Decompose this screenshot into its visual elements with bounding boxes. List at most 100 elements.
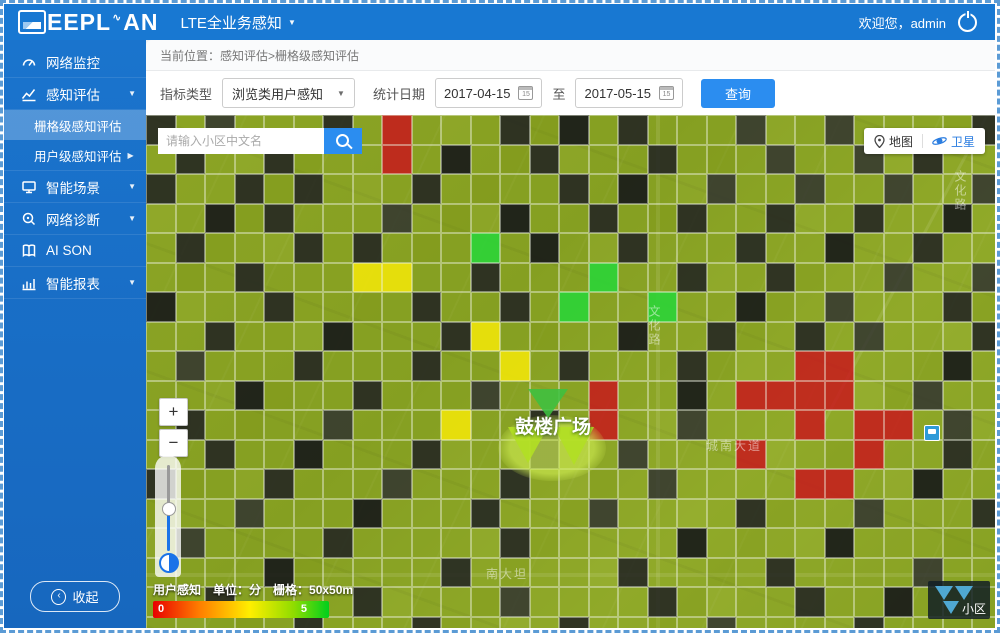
grid-cell[interactable] xyxy=(825,499,855,529)
grid-cell[interactable] xyxy=(471,233,501,263)
grid-cell[interactable] xyxy=(766,469,796,499)
grid-cell[interactable] xyxy=(353,233,383,263)
grid-cell[interactable] xyxy=(589,233,619,263)
zoom-in-button[interactable]: + xyxy=(159,398,188,426)
grid-cell[interactable] xyxy=(471,263,501,293)
grid-cell[interactable] xyxy=(648,440,678,470)
grid-cell[interactable] xyxy=(884,440,914,470)
grid-cell[interactable] xyxy=(648,410,678,440)
grid-cell[interactable] xyxy=(943,499,973,529)
grid-cell[interactable] xyxy=(972,528,995,558)
grid-cell[interactable] xyxy=(648,233,678,263)
grid-cell[interactable] xyxy=(559,115,589,145)
grid-cell[interactable] xyxy=(648,499,678,529)
grid-cell[interactable] xyxy=(618,499,648,529)
grid-cell[interactable] xyxy=(677,440,707,470)
grid-cell[interactable] xyxy=(382,322,412,352)
grid-cell[interactable] xyxy=(943,233,973,263)
grid-cell[interactable] xyxy=(884,410,914,440)
grid-cell[interactable] xyxy=(795,322,825,352)
grid-cell[interactable] xyxy=(559,558,589,588)
grid-cell[interactable] xyxy=(854,410,884,440)
indicator-type-select[interactable]: 浏览类用户感知 ▼ xyxy=(222,78,355,108)
grid-cell[interactable] xyxy=(648,115,678,145)
grid-cell[interactable] xyxy=(854,263,884,293)
grid-cell[interactable] xyxy=(441,233,471,263)
grid-cell[interactable] xyxy=(353,469,383,499)
grid-cell[interactable] xyxy=(736,528,766,558)
grid-cell[interactable] xyxy=(707,263,737,293)
grid-cell[interactable] xyxy=(884,528,914,558)
grid-cell[interactable] xyxy=(766,381,796,411)
grid-cell[interactable] xyxy=(235,292,265,322)
grid-cell[interactable] xyxy=(382,204,412,234)
sidebar-item-smart-scene[interactable]: 智能场景 ▼ xyxy=(4,171,146,203)
grid-cell[interactable] xyxy=(530,174,560,204)
grid-cell[interactable] xyxy=(972,204,995,234)
grid-cell[interactable] xyxy=(707,145,737,175)
grid-cell[interactable] xyxy=(618,351,648,381)
grid-cell[interactable] xyxy=(323,204,353,234)
grid-cell[interactable] xyxy=(972,322,995,352)
grid-cell[interactable] xyxy=(677,351,707,381)
grid-cell[interactable] xyxy=(205,174,235,204)
grid-cell[interactable] xyxy=(795,528,825,558)
grid-cell[interactable] xyxy=(441,322,471,352)
grid-cell[interactable] xyxy=(205,617,235,629)
grid-cell[interactable] xyxy=(707,115,737,145)
grid-cell[interactable] xyxy=(500,528,530,558)
grid-cell[interactable] xyxy=(648,204,678,234)
grid-cell[interactable] xyxy=(884,381,914,411)
sidebar-item-ai-son[interactable]: AI SON xyxy=(4,235,146,267)
grid-cell[interactable] xyxy=(441,469,471,499)
grid-cell[interactable] xyxy=(618,587,648,617)
grid-cell[interactable] xyxy=(618,233,648,263)
grid-cell[interactable] xyxy=(235,263,265,293)
grid-cell[interactable] xyxy=(500,145,530,175)
grid-cell[interactable] xyxy=(618,558,648,588)
grid-cell[interactable] xyxy=(353,381,383,411)
grid-cell[interactable] xyxy=(471,351,501,381)
grid-cell[interactable] xyxy=(530,558,560,588)
grid-cell[interactable] xyxy=(205,469,235,499)
grid-cell[interactable] xyxy=(471,469,501,499)
grid-cell[interactable] xyxy=(677,617,707,629)
grid-cell[interactable] xyxy=(412,204,442,234)
grid-cell[interactable] xyxy=(471,381,501,411)
grid-cell[interactable] xyxy=(353,263,383,293)
grid-cell[interactable] xyxy=(677,263,707,293)
grid-cell[interactable] xyxy=(943,263,973,293)
grid-cell[interactable] xyxy=(795,440,825,470)
grid-cell[interactable] xyxy=(648,145,678,175)
grid-cell[interactable] xyxy=(471,617,501,629)
grid-cell[interactable] xyxy=(972,292,995,322)
grid-cell[interactable] xyxy=(825,558,855,588)
grid-cell[interactable] xyxy=(176,174,206,204)
grid-cell[interactable] xyxy=(766,410,796,440)
grid-cell[interactable] xyxy=(618,174,648,204)
grid-cell[interactable] xyxy=(412,469,442,499)
grid-cell[interactable] xyxy=(264,351,294,381)
maptype-satellite-option[interactable]: 卫星 xyxy=(932,133,975,150)
grid-cell[interactable] xyxy=(736,440,766,470)
grid-cell[interactable] xyxy=(559,351,589,381)
grid-cell[interactable] xyxy=(205,528,235,558)
grid-cell[interactable] xyxy=(913,499,943,529)
grid-cell[interactable] xyxy=(972,469,995,499)
logout-power-icon[interactable] xyxy=(958,13,977,32)
grid-cell[interactable] xyxy=(707,204,737,234)
grid-cell[interactable] xyxy=(382,410,412,440)
grid-cell[interactable] xyxy=(471,440,501,470)
grid-cell[interactable] xyxy=(677,587,707,617)
grid-cell[interactable] xyxy=(589,351,619,381)
grid-cell[interactable] xyxy=(264,263,294,293)
grid-cell[interactable] xyxy=(972,410,995,440)
grid-cell[interactable] xyxy=(235,617,265,629)
grid-cell[interactable] xyxy=(500,204,530,234)
grid-cell[interactable] xyxy=(707,528,737,558)
grid-cell[interactable] xyxy=(943,440,973,470)
grid-cell[interactable] xyxy=(736,558,766,588)
grid-cell[interactable] xyxy=(530,587,560,617)
grid-cell[interactable] xyxy=(323,174,353,204)
grid-cell[interactable] xyxy=(471,145,501,175)
